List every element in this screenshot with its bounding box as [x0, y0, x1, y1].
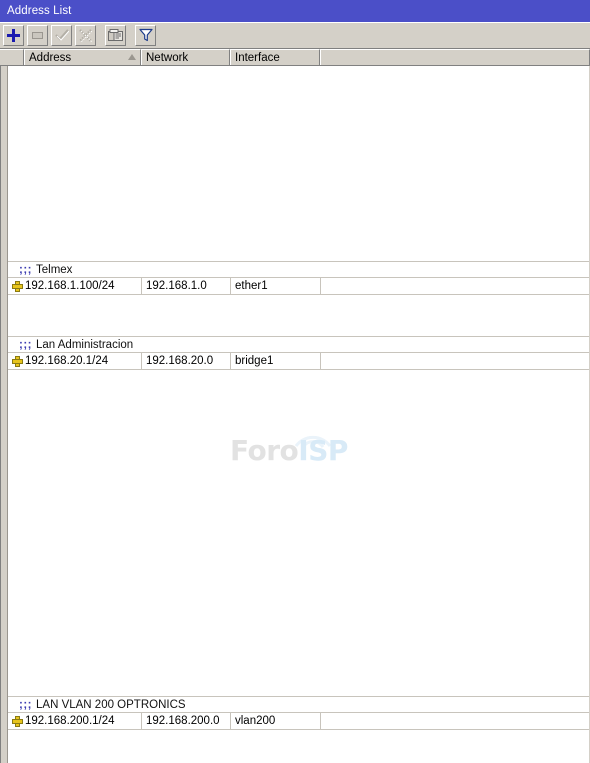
plus-icon [7, 28, 20, 42]
comment-prefix: ;;; [19, 698, 32, 711]
comment-icon [108, 28, 123, 42]
column-header-flag[interactable] [0, 49, 24, 65]
check-icon [54, 29, 69, 41]
wifi-arc-icon [292, 426, 334, 453]
column-header-network-label: Network [146, 51, 189, 64]
cross-icon [79, 28, 92, 42]
comment-prefix: ;;; [19, 338, 32, 351]
cell-interface: vlan200 [231, 713, 321, 729]
comment-text: LAN VLAN 200 OPTRONICS [36, 698, 186, 711]
window-title: Address List [7, 5, 72, 17]
left-gutter-strip [1, 66, 8, 763]
sort-ascending-icon [128, 54, 136, 60]
cell-spare [321, 713, 589, 729]
cell-spare [321, 278, 589, 294]
watermark-foro: Foro [230, 434, 299, 467]
table-body[interactable]: ForoISP ;;; Telmex 192.168.1.100/24 192.… [0, 66, 590, 763]
comment-text: Lan Administracion [36, 338, 134, 351]
table-row[interactable]: 192.168.20.1/24 192.168.20.0 bridge1 [1, 353, 589, 370]
cell-network: 192.168.200.0 [142, 713, 231, 729]
cell-network: 192.168.1.0 [142, 278, 231, 294]
table-row[interactable]: 192.168.200.1/24 192.168.200.0 vlan200 [1, 713, 589, 730]
table-row[interactable]: 192.168.1.100/24 192.168.1.0 ether1 [1, 278, 589, 295]
address-icon [12, 715, 23, 727]
address-icon [12, 355, 23, 367]
filter-button[interactable] [135, 24, 156, 46]
comment-row[interactable]: ;;; LAN VLAN 200 OPTRONICS [1, 696, 589, 713]
filter-icon [138, 28, 153, 42]
column-header-interface-label: Interface [235, 51, 280, 64]
disable-button[interactable] [75, 24, 96, 46]
column-header-network[interactable]: Network [141, 49, 230, 65]
column-header-spare[interactable] [320, 49, 590, 65]
cell-network: 192.168.20.0 [142, 353, 231, 369]
column-header-interface[interactable]: Interface [230, 49, 320, 65]
cell-interface: bridge1 [231, 353, 321, 369]
address-list-window: Address List Address Network Interface F… [0, 0, 590, 763]
toolbar [0, 22, 590, 49]
address-icon [12, 280, 23, 292]
comment-row[interactable]: ;;; Telmex [1, 261, 589, 278]
column-header-address[interactable]: Address [24, 49, 141, 65]
watermark-text: ForoISP [230, 436, 348, 466]
watermark-isp: ISP [298, 434, 348, 467]
enable-button[interactable] [51, 24, 72, 46]
cell-spare [321, 353, 589, 369]
comment-prefix: ;;; [19, 263, 32, 276]
remove-button[interactable] [27, 24, 48, 46]
minus-icon [32, 31, 43, 39]
comment-text: Telmex [36, 263, 73, 276]
foroisp-watermark: ForoISP [230, 432, 366, 466]
comment-button[interactable] [105, 24, 126, 46]
cell-interface: ether1 [231, 278, 321, 294]
column-header-address-label: Address [29, 51, 72, 64]
add-button[interactable] [3, 24, 24, 46]
comment-row[interactable]: ;;; Lan Administracion [1, 336, 589, 353]
table-header: Address Network Interface [0, 49, 590, 66]
window-titlebar: Address List [0, 0, 590, 22]
